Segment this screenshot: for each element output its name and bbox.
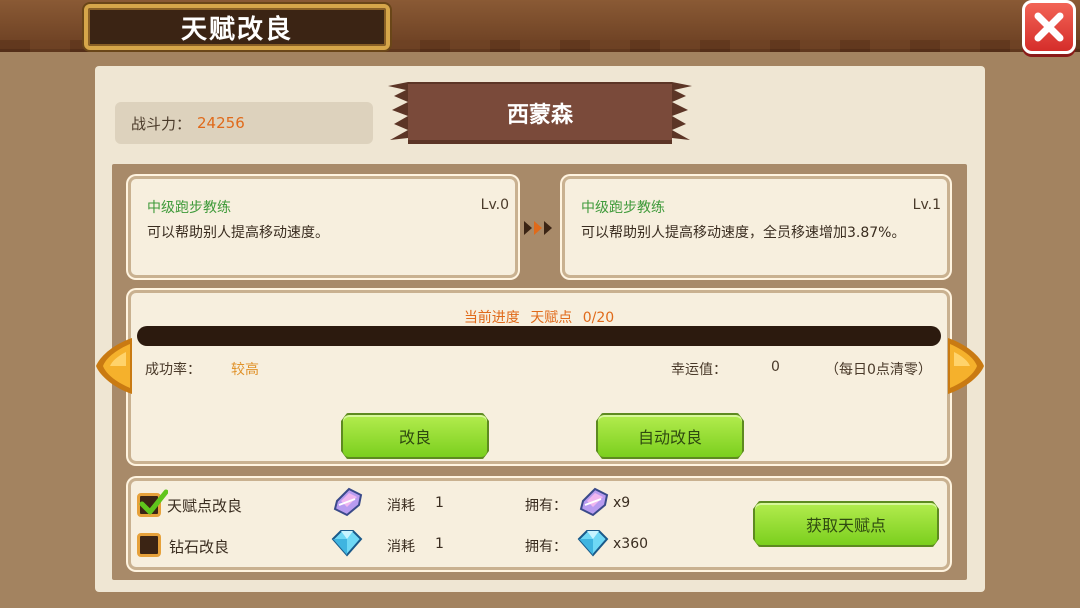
progress-resource: 天赋点 [530,310,573,326]
talent-point-cost-value: 1 [435,495,444,511]
current-talent-description: 可以帮助别人提高移动速度。 [147,225,329,241]
luck-value: 0 [771,359,780,375]
progress-label: 当前进度 天赋点 0/20 [131,307,947,327]
luck-label: 幸运值： [671,362,727,378]
combat-power-label: 战斗力： [131,114,192,133]
diamond-icon [331,530,363,557]
talent-point-own-value: x9 [613,495,631,511]
current-talent-level: Lv.0 [480,197,509,213]
diamond-cost-value: 1 [435,536,444,552]
diamond-option-label: 钻石改良 [169,538,230,556]
progress-card: 当前进度 天赋点 0/20 成功率： 较高 幸运值： 0 （每日0点清零） 改良… [128,290,950,464]
talent-point-own-label: 拥有： [525,498,567,514]
talent-crystal-icon [579,487,609,517]
character-name: 西蒙森 [506,103,573,128]
talent-point-option-label: 天赋点改良 [167,497,243,515]
close-icon [1034,12,1064,42]
diamond-icon [577,530,609,557]
checkmark-icon [139,489,168,515]
window-title: 天赋改良 [180,14,293,45]
diamond-cost-label: 消耗 [387,539,415,555]
improve-options-card: 天赋点改良 消耗 1 拥有： x9 钻石改良 消耗 1 拥有： x360 获取天… [128,478,950,570]
success-rate-value: 较高 [231,362,259,378]
talent-point-checkbox[interactable] [137,489,168,517]
talent-point-cost-label: 消耗 [387,498,415,514]
title-plate: 天赋改良 [84,4,390,50]
triple-arrow-icon [524,221,552,235]
progress-value: 0/20 [582,310,615,326]
close-button[interactable] [1022,0,1076,54]
diamond-checkbox[interactable] [137,533,161,557]
luck-reset-note: （每日0点清零） [825,362,932,378]
progress-title: 当前进度 [463,310,520,326]
diamond-own-value: x360 [613,536,649,552]
next-talent-description: 可以帮助别人提高移动速度，全员移速增加3.87%。 [581,225,906,241]
get-talent-points-button[interactable]: 获取天赋点 [753,501,939,547]
diamond-own-label: 拥有： [525,539,567,555]
character-name-banner: 西蒙森 [388,82,692,144]
next-talent-level: Lv.1 [912,197,941,213]
success-rate-label: 成功率： [145,362,201,378]
prev-talent-arrow-icon[interactable] [94,336,134,396]
combat-power-value: 24256 [197,114,245,132]
auto-improve-button[interactable]: 自动改良 [596,413,744,459]
improve-button[interactable]: 改良 [341,413,489,459]
current-talent-name: 中级跑步教练 [147,200,231,216]
next-talent-card: 中级跑步教练 Lv.1 可以帮助别人提高移动速度，全员移速增加3.87%。 [562,176,950,278]
progress-bar [137,326,941,346]
combat-power: 战斗力： 24256 [115,102,373,144]
talent-crystal-icon [333,487,363,517]
next-talent-name: 中级跑步教练 [581,200,665,216]
current-talent-card: 中级跑步教练 Lv.0 可以帮助别人提高移动速度。 [128,176,518,278]
next-talent-arrow-icon[interactable] [946,336,986,396]
